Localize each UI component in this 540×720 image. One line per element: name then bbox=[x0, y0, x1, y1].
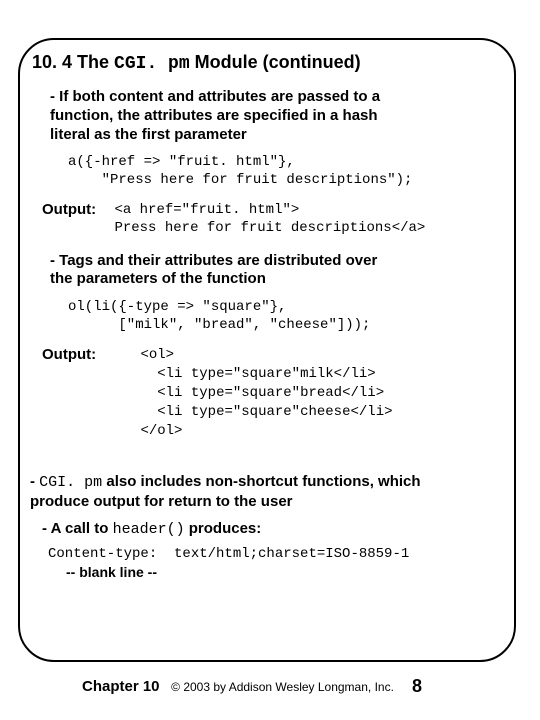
title-continued: (continued) bbox=[263, 52, 361, 72]
bullet4-pre: - A call to bbox=[42, 520, 113, 537]
footer-chapter: Chapter 10 bbox=[82, 678, 160, 695]
title-suffix: Module bbox=[190, 52, 263, 72]
content-type-line: Content-type: text/html;charset=ISO-8859… bbox=[48, 546, 504, 562]
blank-line-marker: -- blank line -- bbox=[66, 564, 504, 580]
output-label-1: Output: bbox=[42, 201, 110, 218]
output-label-2: Output: bbox=[42, 346, 110, 363]
code-ol-example: ol(li({-type => "square"}, ["milk", "bre… bbox=[68, 299, 504, 334]
bullet-attributes-hash: - If both content and attributes are pas… bbox=[50, 88, 504, 144]
title-prefix: 10. 4 The bbox=[32, 52, 114, 72]
bullet4-post: produces: bbox=[185, 520, 262, 537]
code-anchor-example: a({-href => "fruit. html"}, "Press here … bbox=[68, 154, 504, 189]
bullet-header-call: - A call to header() produces: bbox=[42, 520, 504, 538]
footer-copyright: © 2003 by Addison Wesley Longman, Inc. bbox=[171, 680, 394, 694]
bullet3-pre: - bbox=[30, 473, 39, 490]
slide-frame: 10. 4 The CGI. pm Module (continued) - I… bbox=[18, 38, 516, 662]
bullet4-code: header() bbox=[113, 521, 185, 538]
bullet3-code: CGI. pm bbox=[39, 474, 102, 491]
output-code-1: <a href="fruit. html"> Press here for fr… bbox=[114, 201, 425, 237]
footer-page-number: 8 bbox=[412, 676, 422, 697]
output-row-1: Output: <a href="fruit. html"> Press her… bbox=[42, 201, 504, 237]
output-code-2: <ol> <li type="square"milk</li> <li type… bbox=[140, 346, 392, 440]
output-row-2: Output: <ol> <li type="square"milk</li> … bbox=[42, 346, 504, 440]
slide-title: 10. 4 The CGI. pm Module (continued) bbox=[32, 52, 504, 74]
bullet-tags-distributed: - Tags and their attributes are distribu… bbox=[50, 252, 504, 290]
title-code: CGI. pm bbox=[114, 54, 190, 74]
slide-footer: Chapter 10 © 2003 by Addison Wesley Long… bbox=[82, 678, 522, 695]
bullet-nonshortcut: - CGI. pm also includes non-shortcut fun… bbox=[30, 455, 504, 512]
